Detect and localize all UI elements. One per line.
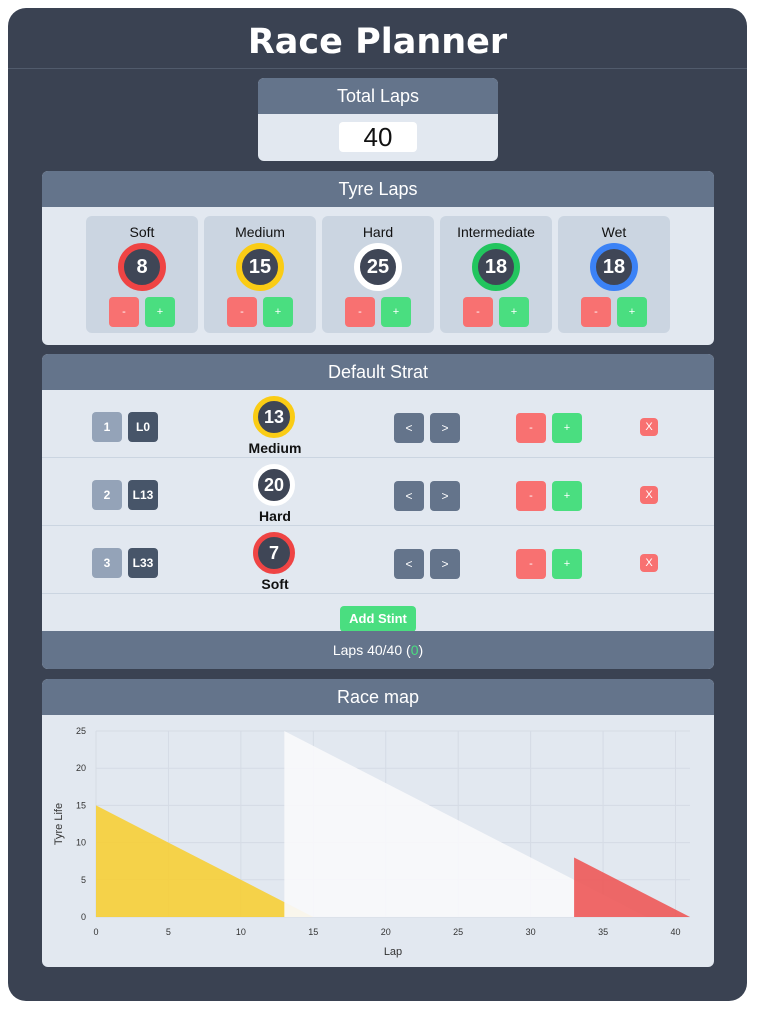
stint-number: 2 bbox=[92, 480, 122, 510]
x-tick-label: 30 bbox=[526, 927, 536, 937]
tyre-card-medium: Medium 15 - + bbox=[204, 216, 316, 333]
stint-row: 1 L0 13 Medium < > - + X bbox=[42, 390, 714, 458]
tyre-name: Wet bbox=[601, 224, 627, 240]
stint-start-lap: L0 bbox=[128, 412, 158, 442]
y-tick-label: 20 bbox=[76, 763, 86, 773]
tyre-laps-badge: 15 bbox=[236, 243, 284, 291]
tyre-name: Soft bbox=[129, 224, 155, 240]
stint-tyre-name: Soft bbox=[261, 576, 289, 592]
tyre-card-soft: Soft 8 - + bbox=[86, 216, 198, 333]
tyre-laps-card: Tyre Laps Soft 8 - + Medium 15 - + Hard … bbox=[42, 171, 714, 345]
decrease-button[interactable]: - bbox=[227, 297, 257, 327]
x-tick-label: 0 bbox=[93, 927, 98, 937]
y-tick-label: 0 bbox=[81, 912, 86, 922]
increase-stint-button[interactable]: + bbox=[552, 413, 582, 443]
decrease-button[interactable]: - bbox=[345, 297, 375, 327]
increase-button[interactable]: + bbox=[499, 297, 529, 327]
stint-tyre-name: Hard bbox=[259, 508, 291, 524]
tyre-name: Hard bbox=[362, 224, 394, 240]
tyre-card-hard: Hard 25 - + bbox=[322, 216, 434, 333]
x-tick-label: 40 bbox=[671, 927, 681, 937]
race-map-card: Race map 0 5 10 15 20 25 30 35 40 0 5 10 15 20 25 Lap Ty… bbox=[42, 679, 714, 967]
tyre-name: Medium bbox=[235, 224, 285, 240]
tyre-card-intermediate: Intermediate 18 - + bbox=[440, 216, 552, 333]
previous-tyre-button[interactable]: < bbox=[394, 481, 424, 511]
x-tick-label: 25 bbox=[453, 927, 463, 937]
stint-tyre-name: Medium bbox=[248, 440, 302, 456]
total-laps-input[interactable] bbox=[339, 122, 417, 152]
y-tick-label: 5 bbox=[81, 875, 86, 885]
stint-start-lap: L33 bbox=[128, 548, 158, 578]
increase-button[interactable]: + bbox=[263, 297, 293, 327]
next-tyre-button[interactable]: > bbox=[430, 549, 460, 579]
laps-summary: Laps 40/40 (0) bbox=[42, 631, 714, 669]
total-laps-card: Total Laps bbox=[258, 78, 498, 161]
tyre-area-medium bbox=[96, 805, 314, 917]
x-tick-label: 20 bbox=[381, 927, 391, 937]
stint-number: 1 bbox=[92, 412, 122, 442]
y-tick-label: 10 bbox=[76, 838, 86, 848]
remove-stint-button[interactable]: X bbox=[640, 554, 658, 572]
stint-laps-badge: 13 bbox=[253, 396, 295, 438]
x-axis-label: Lap bbox=[384, 946, 402, 958]
race-map-chart: 0 5 10 15 20 25 30 35 40 0 5 10 15 20 25 Lap Tyre Life bbox=[53, 726, 690, 958]
app-container: Race Planner Total Laps Tyre Laps Soft 8… bbox=[8, 8, 747, 1001]
laps-summary-prefix: Laps 40/40 ( bbox=[332, 642, 411, 658]
tyre-laps-badge: 18 bbox=[472, 243, 520, 291]
y-tick-label: 25 bbox=[76, 726, 86, 736]
add-stint-button[interactable]: Add Stint bbox=[340, 606, 416, 632]
x-tick-label: 5 bbox=[166, 927, 171, 937]
decrease-button[interactable]: - bbox=[463, 297, 493, 327]
remove-stint-button[interactable]: X bbox=[640, 486, 658, 504]
next-tyre-button[interactable]: > bbox=[430, 413, 460, 443]
increase-stint-button[interactable]: + bbox=[552, 549, 582, 579]
page-title: Race Planner bbox=[247, 22, 508, 62]
decrease-button[interactable]: - bbox=[581, 297, 611, 327]
stint-laps-badge: 20 bbox=[253, 464, 295, 506]
tyre-area-soft bbox=[574, 857, 690, 917]
stint-row: 3 L33 7 Soft < > - + X bbox=[42, 526, 714, 594]
tyre-laps-header: Tyre Laps bbox=[42, 171, 714, 207]
x-tick-label: 10 bbox=[236, 927, 246, 937]
decrease-button[interactable]: - bbox=[109, 297, 139, 327]
tyre-laps-badge: 25 bbox=[354, 243, 402, 291]
y-axis-label: Tyre Life bbox=[53, 803, 65, 845]
x-tick-label: 35 bbox=[598, 927, 608, 937]
decrease-stint-button[interactable]: - bbox=[516, 549, 546, 579]
tyre-name: Intermediate bbox=[457, 224, 535, 240]
increase-button[interactable]: + bbox=[617, 297, 647, 327]
title-divider bbox=[8, 68, 747, 69]
stint-number: 3 bbox=[92, 548, 122, 578]
y-tick-label: 15 bbox=[76, 800, 86, 810]
strategy-header: Default Strat bbox=[42, 354, 714, 390]
decrease-stint-button[interactable]: - bbox=[516, 413, 546, 443]
stint-start-lap: L13 bbox=[128, 480, 158, 510]
increase-button[interactable]: + bbox=[145, 297, 175, 327]
previous-tyre-button[interactable]: < bbox=[394, 413, 424, 443]
increase-stint-button[interactable]: + bbox=[552, 481, 582, 511]
tyre-laps-badge: 18 bbox=[590, 243, 638, 291]
next-tyre-button[interactable]: > bbox=[430, 481, 460, 511]
total-laps-header: Total Laps bbox=[258, 78, 498, 114]
tyre-laps-badge: 8 bbox=[118, 243, 166, 291]
stint-laps-badge: 7 bbox=[253, 532, 295, 574]
x-tick-label: 15 bbox=[308, 927, 318, 937]
increase-button[interactable]: + bbox=[381, 297, 411, 327]
decrease-stint-button[interactable]: - bbox=[516, 481, 546, 511]
race-map-header: Race map bbox=[42, 679, 714, 715]
remove-stint-button[interactable]: X bbox=[640, 418, 658, 436]
laps-summary-suffix: ) bbox=[418, 642, 424, 658]
previous-tyre-button[interactable]: < bbox=[394, 549, 424, 579]
strategy-card: Default Strat 1 L0 13 Medium < > - + X 2… bbox=[42, 354, 714, 669]
stint-row: 2 L13 20 Hard < > - + X bbox=[42, 458, 714, 526]
tyre-card-wet: Wet 18 - + bbox=[558, 216, 670, 333]
